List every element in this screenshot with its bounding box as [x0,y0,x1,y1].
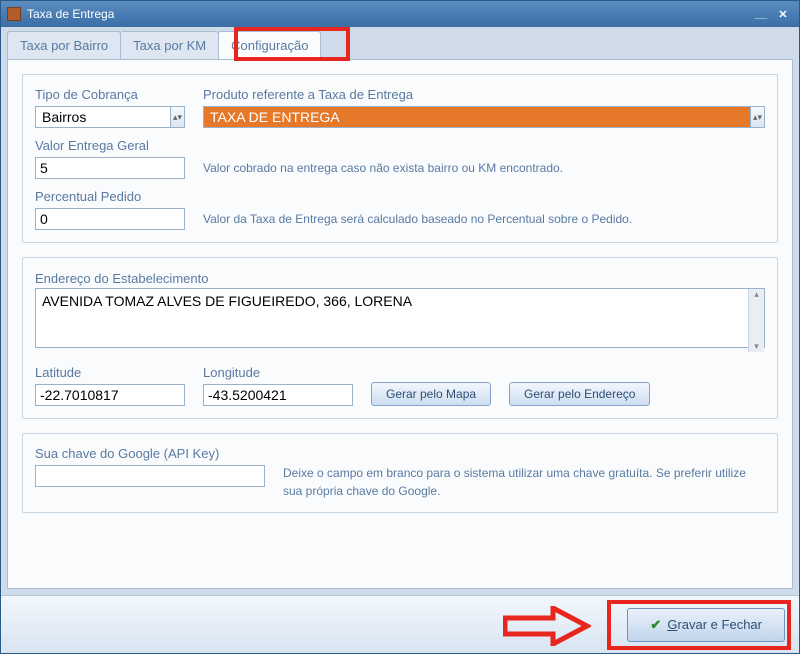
close-button[interactable]: ✕ [773,6,793,22]
label-api-key: Sua chave do Google (API Key) [35,446,265,461]
window-title: Taxa de Entrega [27,7,114,21]
save-button-label: Gravar e Fechar [667,617,762,632]
input-percentual[interactable] [35,208,185,230]
label-valor-entrega: Valor Entrega Geral [35,138,185,153]
helper-percentual: Valor da Taxa de Entrega será calculado … [203,212,632,226]
button-gerar-mapa[interactable]: Gerar pelo Mapa [371,382,491,406]
textarea-endereco[interactable]: AVENIDA TOMAZ ALVES DE FIGUEIREDO, 366, … [35,288,765,348]
input-longitude[interactable] [203,384,353,406]
label-tipo-cobranca: Tipo de Cobrança [35,87,185,102]
tab-panel-configuracao: Tipo de Cobrança Bairros ▴▾ Produto refe… [7,59,793,589]
label-latitude: Latitude [35,365,185,380]
select-tipo-cobranca-value: Bairros [36,109,170,125]
select-tipo-cobranca[interactable]: Bairros ▴▾ [35,106,185,128]
helper-api-key: Deixe o campo em branco para o sistema u… [283,464,765,500]
arrow-annotation [503,606,591,646]
label-percentual: Percentual Pedido [35,189,185,204]
button-gerar-endereco[interactable]: Gerar pelo Endereço [509,382,650,406]
content-area: Taxa por Bairro Taxa por KM Configuração… [1,27,799,653]
chevron-updown-icon: ▴▾ [170,107,184,127]
select-produto[interactable]: TAXA DE ENTREGA ▴▾ [203,106,765,128]
tab-bairro[interactable]: Taxa por Bairro [7,31,121,59]
chevron-updown-icon: ▴▾ [750,107,764,127]
app-icon [7,7,21,21]
window-root: Taxa de Entrega __ ✕ Taxa por Bairro Tax… [0,0,800,654]
scrollbar[interactable]: ▴▾ [748,289,764,352]
textarea-wrap-endereco: AVENIDA TOMAZ ALVES DE FIGUEIREDO, 366, … [35,288,765,353]
save-and-close-button[interactable]: ✔ Gravar e Fechar [627,608,785,642]
label-endereco: Endereço do Estabelecimento [35,271,208,286]
label-produto: Produto referente a Taxa de Entrega [203,87,765,102]
panel-api: Sua chave do Google (API Key) Deixe o ca… [22,433,778,513]
input-api-key[interactable] [35,465,265,487]
minimize-button[interactable]: __ [751,6,771,22]
tab-bar: Taxa por Bairro Taxa por KM Configuração [7,31,799,59]
panel-endereco: Endereço do Estabelecimento AVENIDA TOMA… [22,257,778,419]
check-icon: ✔ [650,617,661,633]
panel-cobranca: Tipo de Cobrança Bairros ▴▾ Produto refe… [22,74,778,243]
select-produto-value: TAXA DE ENTREGA [204,109,750,125]
footer-bar: ✔ Gravar e Fechar [1,595,799,653]
tab-configuracao[interactable]: Configuração [218,31,321,59]
tab-km[interactable]: Taxa por KM [120,31,219,59]
helper-valor-entrega: Valor cobrado na entrega caso não exista… [203,161,563,175]
input-latitude[interactable] [35,384,185,406]
titlebar: Taxa de Entrega __ ✕ [1,1,799,27]
input-valor-entrega[interactable] [35,157,185,179]
label-longitude: Longitude [203,365,353,380]
